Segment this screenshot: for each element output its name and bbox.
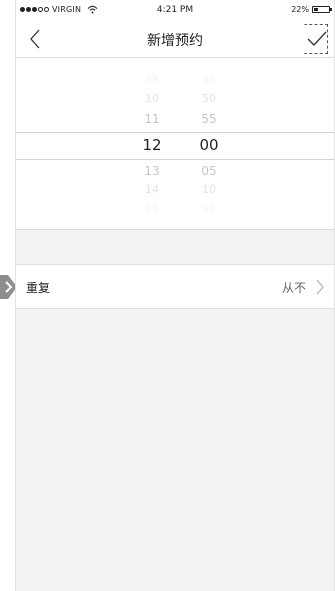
minute-option[interactable]: 15 <box>179 202 239 216</box>
status-time: 4:21 PM <box>156 5 194 15</box>
phone-screen: VIRGIN 4:21 PM 22% 新增预约 09 10 11 12 13 1… <box>15 0 335 591</box>
hour-option[interactable]: 09 <box>122 73 182 87</box>
repeat-value: 从不 <box>281 281 306 295</box>
hour-option[interactable]: 11 <box>122 112 182 126</box>
minute-option[interactable]: 10 <box>179 183 239 197</box>
status-bar: VIRGIN 4:21 PM 22% <box>16 0 334 20</box>
minute-option[interactable]: 05 <box>179 164 239 178</box>
time-picker[interactable]: 09 10 11 12 13 14 15 45 50 55 00 05 10 1… <box>16 58 334 230</box>
hour-option[interactable]: 15 <box>122 202 182 216</box>
navigation-bar: 新增预约 <box>16 20 334 58</box>
selected-minute[interactable]: 00 <box>179 137 239 153</box>
hour-wheel[interactable]: 09 10 11 12 13 14 15 <box>122 58 182 229</box>
battery-percent: 22% <box>291 5 309 14</box>
hour-option[interactable]: 14 <box>122 183 182 197</box>
repeat-label: 重复 <box>26 281 51 295</box>
minute-option[interactable]: 45 <box>179 73 239 87</box>
checkmark-icon <box>307 31 327 46</box>
minute-option[interactable]: 55 <box>179 112 239 126</box>
chevron-right-icon <box>316 279 324 295</box>
hour-option[interactable]: 13 <box>122 164 182 178</box>
hour-option[interactable]: 10 <box>122 92 182 106</box>
page-title: 新增预约 <box>147 33 203 49</box>
battery-icon <box>312 6 332 13</box>
status-right: 22% <box>291 5 332 14</box>
confirm-button[interactable] <box>304 24 330 54</box>
minute-option[interactable]: 50 <box>179 92 239 106</box>
minute-wheel[interactable]: 45 50 55 00 05 10 15 <box>179 58 239 229</box>
selected-hour[interactable]: 12 <box>122 137 182 153</box>
repeat-setting-row[interactable]: 重复 从不 <box>16 264 334 309</box>
